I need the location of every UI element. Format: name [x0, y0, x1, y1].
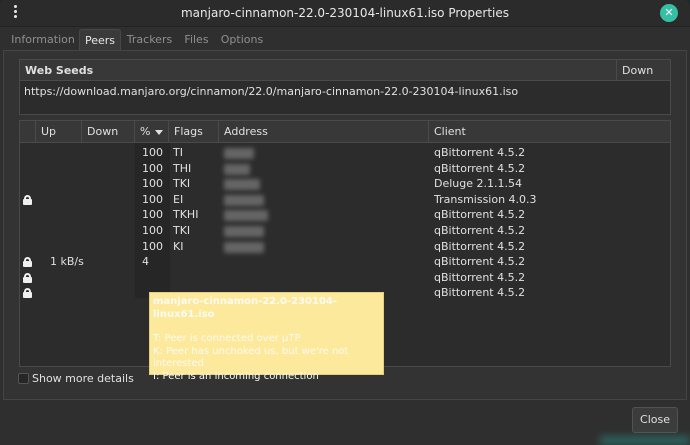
tooltip-line: T: Peer is connected over µTP — [153, 333, 301, 344]
peer-client: qBittorrent 4.5.2 — [434, 146, 526, 159]
tab-options[interactable]: Options — [218, 29, 266, 50]
peer-address-redacted — [224, 148, 254, 159]
peer-address-redacted — [224, 194, 264, 206]
down-column-header[interactable]: Down — [81, 121, 134, 143]
tooltip-line: I: Peer is an incoming connection — [153, 370, 319, 382]
peer-flags: THI — [173, 161, 192, 175]
peer-percent: 100 — [142, 192, 163, 206]
show-more-details-checkbox[interactable] — [18, 373, 29, 384]
tooltip-line: K: Peer has unchoked us, but we're not i… — [153, 345, 349, 370]
percent-column-header[interactable]: % — [134, 121, 168, 143]
peer-percent: 100 — [142, 177, 163, 191]
tab-peers[interactable]: Peers — [79, 29, 121, 50]
peer-client: qBittorrent 4.5.2 — [434, 161, 526, 175]
peer-client: qBittorrent 4.5.2 — [434, 224, 526, 237]
peer-address-redacted — [224, 241, 264, 253]
lock-icon — [23, 257, 32, 268]
peer-flags: EI — [173, 192, 184, 206]
peer-address-redacted — [224, 179, 260, 191]
close-button[interactable]: Close — [632, 407, 678, 433]
window-title: manjaro-cinnamon-22.0-230104-linux61.iso… — [180, 6, 509, 20]
peer-percent: 100 — [142, 208, 163, 222]
peer-percent: 100 — [142, 224, 163, 237]
peer-down-rate: 1 kB/s — [50, 255, 84, 269]
peer-client: qBittorrent 4.5.2 — [434, 286, 526, 300]
percent-column-label: % — [140, 125, 151, 138]
tab-information[interactable]: Information — [8, 29, 78, 50]
table-row[interactable]: 100 TKHI qBittorrent 4.5.2 — [20, 207, 670, 223]
table-row[interactable]: 100 EI Transmission 4.0.3 — [20, 192, 670, 208]
web-seeds-down-column-header[interactable]: Down — [616, 60, 670, 81]
table-row[interactable]: 100 TI qBittorrent 4.5.2 — [20, 145, 670, 161]
peer-flags: TI — [173, 146, 183, 159]
peer-address-redacted — [224, 210, 268, 222]
sort-descending-icon — [155, 129, 164, 135]
encryption-column-header[interactable] — [20, 121, 35, 143]
show-more-details-label[interactable]: Show more details — [32, 372, 134, 385]
web-seeds-table: Web Seeds Down https://download.manjaro.… — [19, 59, 671, 115]
peer-flags: TKI — [173, 177, 191, 191]
peer-client: qBittorrent 4.5.2 — [434, 270, 526, 284]
table-row[interactable]: 100 THI qBittorrent 4.5.2 — [20, 161, 670, 177]
peer-percent: 100 — [142, 239, 163, 253]
table-row[interactable]: 100 KI qBittorrent 4.5.2 — [20, 239, 670, 255]
table-row[interactable]: 100 TKI Deluge 2.1.1.54 — [20, 176, 670, 192]
client-column-header[interactable]: Client — [428, 121, 670, 143]
lock-icon — [23, 272, 32, 283]
flags-column-header[interactable]: Flags — [168, 121, 218, 143]
peer-flags: TKHI — [173, 208, 199, 222]
peer-client: Deluge 2.1.1.54 — [434, 177, 522, 191]
up-column-header[interactable]: Up — [35, 121, 81, 143]
peer-percent: 100 — [142, 146, 163, 159]
lock-icon — [23, 288, 32, 299]
peer-flags: TKI — [173, 224, 191, 237]
peer-client: Transmission 4.0.3 — [434, 192, 537, 206]
address-column-header[interactable]: Address — [218, 121, 428, 143]
web-seed-url[interactable]: https://download.manjaro.org/cinnamon/22… — [24, 85, 518, 98]
window-close-icon[interactable]: ✕ — [660, 4, 678, 22]
lock-icon — [23, 194, 32, 205]
peer-percent: 4 — [142, 255, 149, 269]
peer-address-redacted — [224, 163, 250, 175]
peer-percent: 100 — [142, 161, 163, 175]
table-row[interactable]: qBittorrent 4.5.2 — [20, 270, 670, 286]
tab-files[interactable]: Files — [179, 29, 214, 50]
web-seeds-column-header[interactable]: Web Seeds — [25, 64, 93, 77]
peer-client: qBittorrent 4.5.2 — [434, 208, 526, 222]
peer-flags: KI — [173, 239, 184, 253]
peer-address-redacted — [224, 226, 264, 237]
tooltip-title: manjaro-cinnamon-22.0-230104-linux61.iso — [153, 296, 338, 320]
flags-tooltip: manjaro-cinnamon-22.0-230104-linux61.iso… — [149, 292, 384, 382]
tab-trackers[interactable]: Trackers — [123, 29, 176, 50]
web-seeds-header: Web Seeds Down — [20, 60, 670, 81]
table-row[interactable]: 100 TKI qBittorrent 4.5.2 — [20, 223, 670, 239]
table-row[interactable]: 1 kB/s 4 qBittorrent 4.5.2 — [20, 254, 670, 270]
peer-client: qBittorrent 4.5.2 — [434, 255, 526, 269]
peers-panel: Web Seeds Down https://download.manjaro.… — [3, 50, 687, 400]
title-bar: manjaro-cinnamon-22.0-230104-linux61.iso… — [0, 0, 690, 27]
desktop-background — [600, 436, 690, 445]
peer-client: qBittorrent 4.5.2 — [434, 239, 526, 253]
peers-table-header: Up Down % Flags Address Client — [20, 121, 670, 143]
properties-dialog: manjaro-cinnamon-22.0-230104-linux61.iso… — [0, 0, 690, 445]
